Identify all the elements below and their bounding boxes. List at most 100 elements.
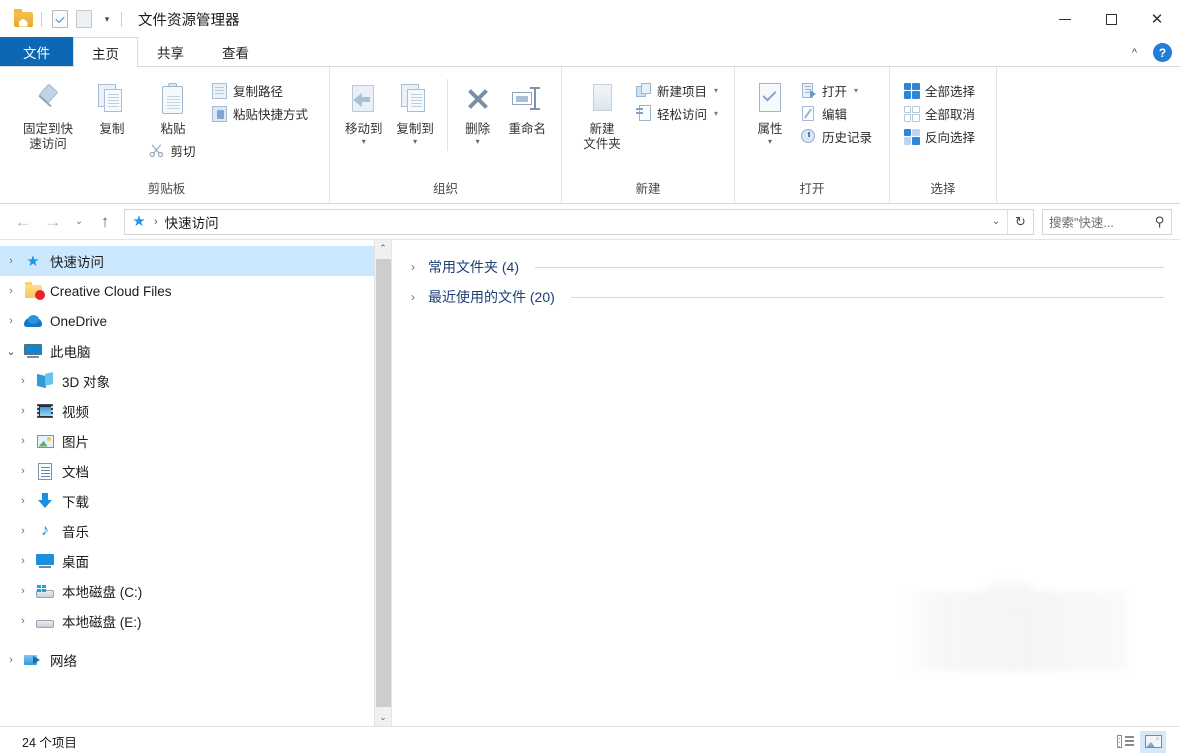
chevron-right-icon[interactable]: › <box>12 525 34 537</box>
new-item-button[interactable]: 新建项目 ▾ <box>632 79 723 102</box>
rename-button[interactable]: 重命名 <box>502 75 553 137</box>
paste-shortcut-button[interactable]: 粘贴快捷方式 <box>208 102 313 125</box>
help-icon[interactable]: ? <box>1153 43 1172 62</box>
scroll-down-button[interactable]: ⌄ <box>375 709 392 726</box>
content-group-frequent-folders[interactable]: › 常用文件夹 (4) <box>392 252 1180 282</box>
properties-button[interactable]: 属性 ▾ <box>745 75 795 146</box>
sidebar-item-documents[interactable]: › 文档 <box>0 456 391 486</box>
tiles-view-button[interactable] <box>1140 730 1166 753</box>
tab-file[interactable]: 文件 <box>0 37 73 66</box>
up-button[interactable]: ↑ <box>90 207 120 237</box>
back-button[interactable]: ← <box>8 207 38 237</box>
sidebar-item-creative-cloud-files[interactable]: › Creative Cloud Files <box>0 276 391 306</box>
tab-home[interactable]: 主页 <box>73 37 138 67</box>
chevron-right-icon[interactable]: › <box>12 495 34 507</box>
sidebar-item-label: 此电脑 <box>50 345 91 360</box>
move-to-button[interactable]: 移动到 ▾ <box>338 75 389 146</box>
details-view-icon <box>1116 735 1134 748</box>
chevron-right-icon[interactable]: › <box>0 255 22 267</box>
sidebar-item-network[interactable]: › 网络 <box>0 645 391 675</box>
recent-locations-button[interactable]: ⌄ <box>68 207 90 237</box>
sidebar-item-this-pc[interactable]: ⌄ 此电脑 <box>0 336 391 366</box>
paste-button[interactable]: 粘贴 <box>144 75 202 137</box>
chevron-right-icon[interactable]: › <box>12 615 34 627</box>
minimize-button[interactable] <box>1042 0 1088 38</box>
chevron-right-icon[interactable]: › <box>406 260 420 274</box>
sidebar-item-quick-access[interactable]: › ★ 快速访问 <box>0 246 391 276</box>
copy-to-button[interactable]: 复制到 ▾ <box>389 75 440 146</box>
scroll-up-button[interactable]: ⌃ <box>375 240 392 257</box>
group-divider <box>535 266 1164 268</box>
address-path-field[interactable]: ★ › 快速访问 ⌄ ↻ <box>124 208 1034 235</box>
this-pc-icon <box>22 344 44 358</box>
properties-icon[interactable] <box>48 7 72 31</box>
collapse-ribbon-icon[interactable]: ^ <box>1128 45 1141 61</box>
sidebar-item-desktop[interactable]: › 桌面 <box>0 546 391 576</box>
chevron-right-icon[interactable]: › <box>0 285 22 297</box>
navigation-tree: › ★ 快速访问 › Creative Cloud Files › OneDri… <box>0 240 391 675</box>
cut-button[interactable]: 剪切 <box>145 139 200 162</box>
search-input[interactable]: 搜索"快速... ⚲ <box>1042 208 1172 235</box>
paste-shortcut-label: 粘贴快捷方式 <box>233 108 309 122</box>
sidebar-item-pictures[interactable]: › 图片 <box>0 426 391 456</box>
sidebar-item-local-disk-e[interactable]: › 本地磁盘 (E:) <box>0 606 391 636</box>
select-none-button[interactable]: 全部取消 <box>900 102 980 125</box>
chevron-right-icon[interactable]: › <box>406 290 420 304</box>
sidebar-item-label: 音乐 <box>62 525 89 540</box>
ribbon-group-clipboard: 固定到快 速访问 复制 粘贴 剪切 复制路径 粘贴快捷方式 剪贴板 <box>4 67 329 203</box>
group-label-organize: 组织 <box>432 182 458 196</box>
search-icon[interactable]: ⚲ <box>1155 214 1165 230</box>
invert-selection-button[interactable]: 反向选择 <box>900 125 980 148</box>
chevron-right-icon[interactable]: › <box>12 585 34 597</box>
open-button[interactable]: 打开 ▾ <box>797 79 877 102</box>
history-button[interactable]: 历史记录 <box>797 125 877 148</box>
chevron-right-icon[interactable]: › <box>12 465 34 477</box>
edit-button[interactable]: 编辑 <box>797 102 877 125</box>
easy-access-button[interactable]: 轻松访问 ▾ <box>632 102 723 125</box>
onedrive-cloud-icon <box>22 315 44 327</box>
sidebar-item-label: 本地磁盘 (E:) <box>62 615 142 630</box>
forward-button[interactable]: → <box>38 207 68 237</box>
sidebar-item-onedrive[interactable]: › OneDrive <box>0 306 391 336</box>
chevron-right-icon[interactable]: › <box>12 555 34 567</box>
sidebar-item-downloads[interactable]: › 下载 <box>0 486 391 516</box>
open-label: 打开 <box>822 85 848 99</box>
sidebar-item-local-disk-c[interactable]: › 本地磁盘 (C:) <box>0 576 391 606</box>
item-count-label: 24 个项目 <box>22 736 77 750</box>
navigation-pane-scrollbar[interactable]: ⌃ ⌄ <box>374 240 391 726</box>
sidebar-item-3d-objects[interactable]: › 3D 对象 <box>0 366 391 396</box>
content-group-recent-files[interactable]: › 最近使用的文件 (20) <box>392 282 1180 312</box>
copy-button[interactable]: 复制 <box>80 75 144 137</box>
breadcrumb[interactable]: 快速访问 <box>165 212 219 232</box>
new-folder-icon[interactable] <box>72 7 96 31</box>
details-view-button[interactable] <box>1112 731 1138 753</box>
chevron-down-icon[interactable]: ⌄ <box>985 216 1007 227</box>
tab-share[interactable]: 共享 <box>138 37 203 66</box>
history-label: 历史记录 <box>822 131 873 145</box>
chevron-right-icon[interactable]: › <box>12 375 34 387</box>
maximize-button[interactable] <box>1088 0 1134 38</box>
scrollbar-track[interactable] <box>375 257 392 709</box>
close-button[interactable]: ✕ <box>1134 0 1180 38</box>
group-title: 最近使用的文件 (20) <box>428 289 555 305</box>
sidebar-item-music[interactable]: › ♪ 音乐 <box>0 516 391 546</box>
tab-view[interactable]: 查看 <box>203 37 268 66</box>
refresh-icon[interactable]: ↻ <box>1007 209 1033 234</box>
button-label: 文件夹 <box>583 137 621 151</box>
view-mode-buttons <box>1112 730 1172 753</box>
chevron-right-icon[interactable]: › <box>0 654 22 666</box>
copy-path-label: 复制路径 <box>233 85 284 99</box>
sidebar-item-videos[interactable]: › 视频 <box>0 396 391 426</box>
copy-path-button[interactable]: 复制路径 <box>208 79 313 102</box>
chevron-down-icon[interactable]: ⌄ <box>0 345 22 358</box>
scrollbar-thumb[interactable] <box>375 259 391 707</box>
content-pane[interactable]: › 常用文件夹 (4) › 最近使用的文件 (20) <box>392 240 1180 726</box>
select-all-button[interactable]: 全部选择 <box>900 79 980 102</box>
delete-button[interactable]: 删除 ▾ <box>454 75 502 146</box>
chevron-right-icon[interactable]: › <box>12 435 34 447</box>
chevron-right-icon[interactable]: › <box>12 405 34 417</box>
new-folder-button[interactable]: 新建 文件夹 <box>574 75 630 152</box>
pin-to-quick-access-button[interactable]: 固定到快 速访问 <box>16 75 80 152</box>
chevron-right-icon[interactable]: › <box>0 315 22 327</box>
customize-quick-access-caret-icon[interactable]: ▾ <box>99 11 115 27</box>
